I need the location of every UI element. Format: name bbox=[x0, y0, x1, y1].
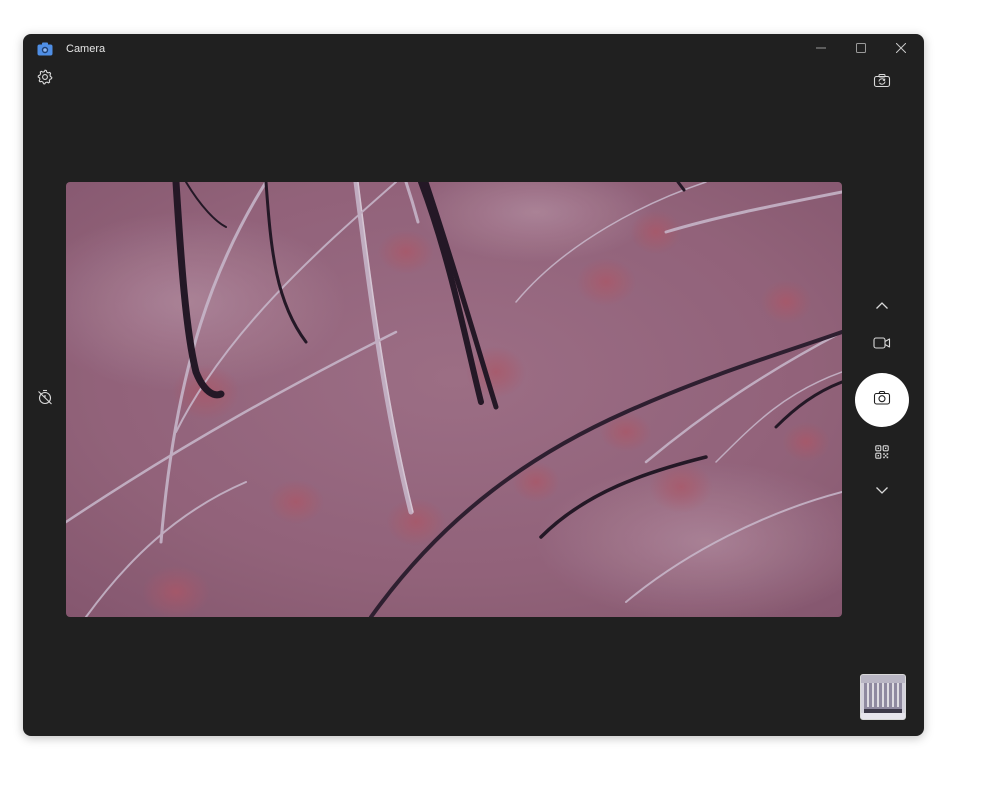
mode-down-button[interactable] bbox=[866, 475, 898, 507]
minimize-button[interactable] bbox=[801, 34, 841, 64]
qr-mode-button[interactable] bbox=[866, 438, 898, 470]
last-capture-thumbnail[interactable] bbox=[860, 674, 906, 720]
photo-shutter-button[interactable] bbox=[855, 373, 909, 427]
title-bar[interactable]: Camera bbox=[23, 34, 924, 64]
settings-button[interactable] bbox=[29, 63, 61, 95]
maximize-icon bbox=[856, 40, 866, 58]
camera-preview[interactable] bbox=[66, 182, 842, 617]
timer-off-icon bbox=[37, 389, 53, 410]
video-mode-button[interactable] bbox=[866, 329, 898, 361]
mode-up-button[interactable] bbox=[866, 291, 898, 323]
close-icon bbox=[895, 40, 907, 58]
chevron-up-icon bbox=[875, 298, 889, 316]
maximize-button[interactable] bbox=[841, 34, 881, 64]
video-camera-icon bbox=[873, 336, 891, 355]
camera-icon bbox=[873, 390, 891, 411]
switch-camera-icon bbox=[873, 73, 891, 94]
minimize-icon bbox=[816, 40, 826, 58]
timer-button[interactable] bbox=[29, 383, 61, 415]
camera-window: Camera bbox=[23, 34, 924, 736]
gear-icon bbox=[37, 69, 53, 90]
switch-camera-button[interactable] bbox=[866, 67, 898, 99]
camera-app-icon bbox=[37, 42, 53, 56]
chevron-down-icon bbox=[875, 482, 889, 500]
qr-code-icon bbox=[875, 444, 889, 464]
window-title: Camera bbox=[66, 43, 106, 55]
close-button[interactable] bbox=[881, 34, 921, 64]
